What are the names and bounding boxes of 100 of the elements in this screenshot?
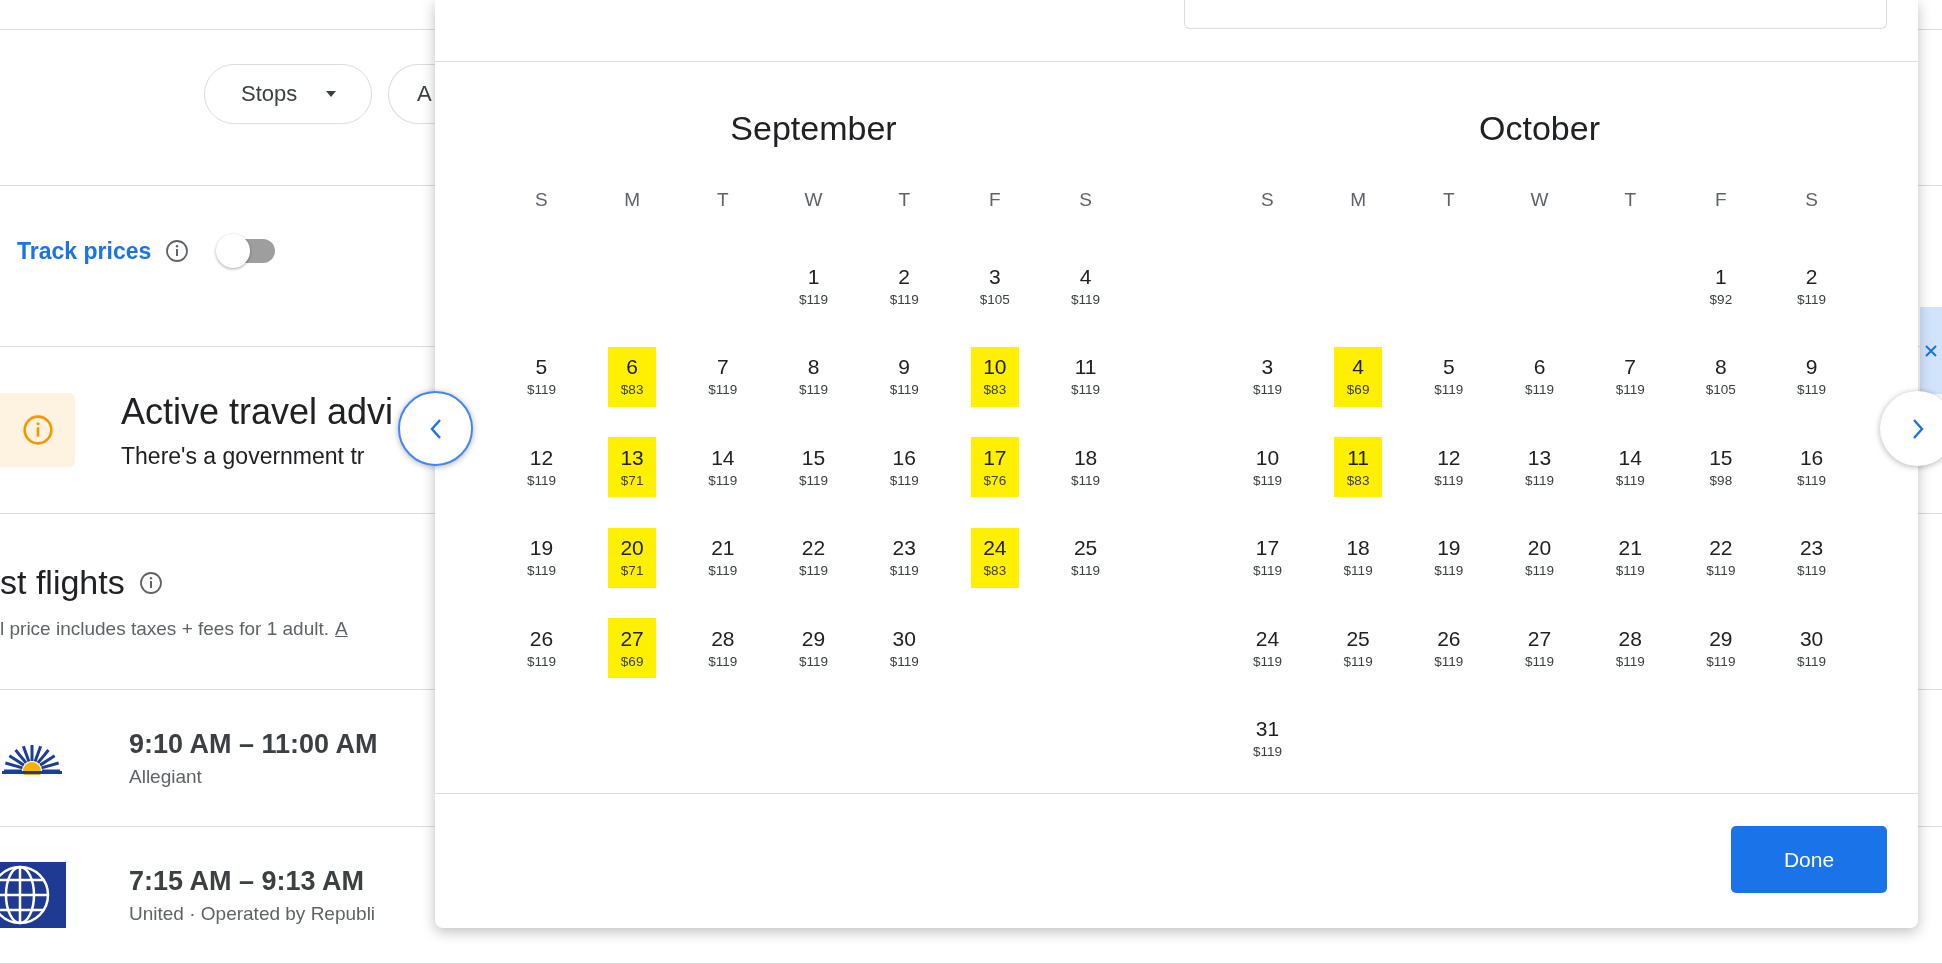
date-button[interactable]: 30 $119 (880, 618, 929, 678)
date-button[interactable]: 21 $119 (698, 527, 747, 588)
done-button[interactable]: Done (1731, 826, 1887, 893)
date-button[interactable]: 3 $105 (970, 256, 1019, 316)
info-icon[interactable] (138, 570, 163, 595)
date-button[interactable]: 8 $119 (789, 346, 838, 407)
globe-logo-icon (0, 862, 66, 928)
date-button[interactable]: 18 $119 (1334, 527, 1383, 588)
weekday-label: S (1078, 188, 1093, 212)
date-button[interactable]: 20 $71 (608, 527, 657, 588)
month-title: September (730, 108, 897, 148)
date-button[interactable]: 2 $119 (1787, 256, 1836, 316)
filter-chip[interactable]: A (388, 63, 435, 124)
date-button[interactable]: 7 $119 (698, 346, 747, 407)
date-button[interactable]: 11 $83 (1334, 437, 1383, 497)
price-note: l price includes taxes + fees for 1 adult. (0, 618, 329, 640)
date-button[interactable]: 16 $119 (1787, 437, 1836, 497)
flight-times: 7:15 AM – 9:13 AM (129, 865, 366, 897)
date-button[interactable]: 6 $119 (1515, 346, 1564, 407)
advisory-text: There's a government tr (121, 442, 366, 470)
date-button[interactable]: 2 $119 (880, 256, 929, 316)
date-button[interactable]: 5 $119 (1424, 346, 1473, 407)
date-button[interactable]: 30 $119 (1787, 618, 1836, 678)
weekday-label: F (1714, 188, 1728, 212)
date-button[interactable]: 26 $119 (1424, 618, 1473, 678)
date-button[interactable]: 8 $105 (1696, 346, 1745, 407)
date-button[interactable]: 15 $119 (789, 437, 838, 497)
date-button[interactable]: 13 $71 (608, 437, 657, 497)
weekday-label: S (1260, 188, 1275, 212)
date-button[interactable]: 6 $83 (608, 346, 657, 407)
date-button[interactable]: 20 $119 (1515, 527, 1564, 588)
weekday-label: S (1804, 188, 1819, 212)
date-button[interactable]: 16 $119 (880, 437, 929, 497)
track-prices-label: Track prices (17, 237, 152, 265)
date-button[interactable]: 11 $119 (1061, 346, 1110, 407)
section-title: st flights (0, 563, 125, 602)
date-button[interactable]: 4 $69 (1334, 346, 1383, 407)
date-button[interactable]: 3 $119 (1243, 346, 1292, 407)
weekday-label: T (1623, 188, 1637, 212)
date-button[interactable]: 26 $119 (517, 618, 566, 678)
info-icon[interactable] (165, 239, 190, 263)
weekday-label: T (716, 188, 730, 212)
advisory-title: Active travel advi (121, 390, 394, 433)
date-button[interactable]: 29 $119 (1696, 618, 1745, 678)
weekday-label: F (988, 188, 1002, 212)
date-field[interactable] (1184, 0, 1887, 29)
date-button[interactable]: 4 $119 (1061, 256, 1110, 316)
date-button[interactable]: 1 $92 (1696, 256, 1745, 316)
month-title: October (1479, 108, 1600, 148)
date-button[interactable]: 21 $119 (1606, 527, 1655, 588)
date-button[interactable]: 23 $119 (880, 527, 929, 588)
weekday-label: W (803, 188, 824, 212)
date-button[interactable]: 22 $119 (1696, 527, 1745, 588)
airline-name: Allegiant (129, 765, 203, 788)
date-button[interactable]: 24 $83 (970, 527, 1019, 588)
date-button[interactable]: 7 $119 (1606, 346, 1655, 407)
weekday-label: W (1529, 188, 1550, 212)
date-button[interactable]: 29 $119 (789, 618, 838, 678)
date-button[interactable]: 14 $119 (1606, 437, 1655, 497)
date-button[interactable]: 27 $69 (608, 618, 657, 678)
flight-times: 9:10 AM – 11:00 AM (129, 728, 378, 760)
date-button[interactable]: 23 $119 (1787, 527, 1836, 588)
date-button[interactable]: 17 $119 (1243, 527, 1292, 588)
weekday-label: T (1442, 188, 1456, 212)
caret-icon (325, 89, 338, 98)
filter-chip[interactable]: Stops (204, 63, 372, 124)
date-button[interactable]: 15 $98 (1696, 437, 1745, 497)
weekday-label: M (1349, 188, 1368, 212)
date-button[interactable]: 12 $119 (1424, 437, 1473, 497)
date-button[interactable]: 19 $119 (517, 527, 566, 588)
date-button[interactable]: 28 $119 (698, 618, 747, 678)
date-button[interactable]: 31 $119 (1243, 708, 1292, 769)
date-button[interactable]: 27 $119 (1515, 618, 1564, 678)
date-button[interactable]: 14 $119 (698, 437, 747, 497)
date-button[interactable]: 10 $119 (1243, 437, 1292, 497)
date-button[interactable]: 24 $119 (1243, 618, 1292, 678)
date-button[interactable]: 25 $119 (1061, 527, 1110, 588)
date-button[interactable]: 19 $119 (1424, 527, 1473, 588)
date-button[interactable]: 9 $119 (1787, 346, 1836, 407)
chevron-right-icon (1910, 417, 1925, 440)
close-icon[interactable] (1924, 343, 1938, 358)
date-button[interactable]: 22 $119 (789, 527, 838, 588)
date-button[interactable]: 28 $119 (1606, 618, 1655, 678)
previous-month-button[interactable] (398, 391, 473, 466)
link[interactable]: A (335, 618, 348, 640)
date-button[interactable]: 17 $76 (970, 437, 1019, 497)
date-button[interactable]: 9 $119 (880, 346, 929, 407)
date-button[interactable]: 1 $119 (789, 256, 838, 316)
airline-name: United · Operated by Republi (129, 902, 376, 925)
date-button[interactable]: 10 $83 (970, 346, 1019, 407)
date-button[interactable]: 13 $119 (1515, 437, 1564, 497)
weekday-label: S (534, 188, 549, 212)
weekday-label: M (623, 188, 642, 212)
weekday-label: T (897, 188, 911, 212)
date-button[interactable]: 12 $119 (517, 437, 566, 497)
chevron-left-icon (428, 417, 443, 440)
info-icon (21, 414, 54, 446)
date-button[interactable]: 5 $119 (517, 346, 566, 407)
date-button[interactable]: 25 $119 (1334, 618, 1383, 678)
date-button[interactable]: 18 $119 (1061, 437, 1110, 497)
